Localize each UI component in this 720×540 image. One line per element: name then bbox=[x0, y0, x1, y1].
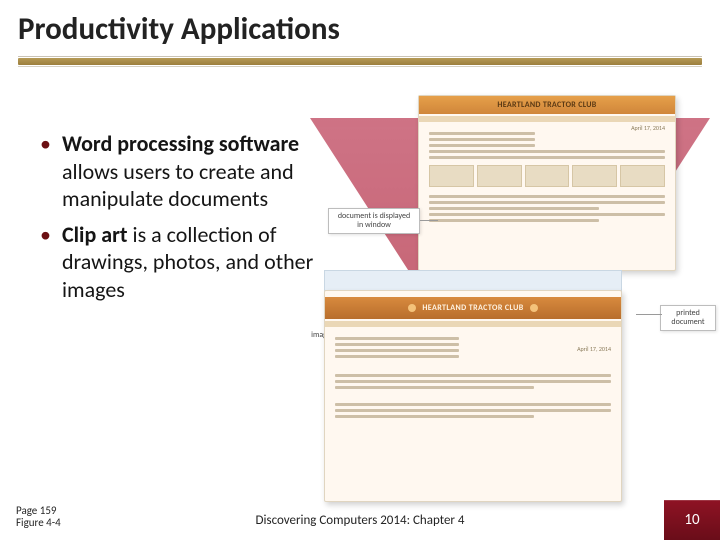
callout-leader bbox=[636, 314, 662, 315]
doc-header-band: HEARTLAND TRACTOR CLUB bbox=[419, 96, 675, 114]
tractor-icon bbox=[530, 304, 538, 312]
callout-printed: printed document bbox=[660, 305, 716, 331]
title-area: Productivity Applications bbox=[0, 0, 720, 67]
doc-banner-text: HEARTLAND TRACTOR CLUB bbox=[422, 303, 523, 313]
callout-leader bbox=[420, 220, 438, 221]
bullet-list: Word processing software allows users to… bbox=[0, 100, 330, 494]
onscreen-document-card: HEARTLAND TRACTOR CLUB April 17, 2014 bbox=[324, 290, 622, 502]
bullet-rest: allows users to create and manipulate do… bbox=[62, 158, 294, 213]
slide-number-badge: 10 bbox=[664, 500, 720, 540]
doc-banner: HEARTLAND TRACTOR CLUB bbox=[325, 297, 621, 319]
footer-center-text: Discovering Computers 2014: Chapter 4 bbox=[0, 513, 720, 528]
slide-title: Productivity Applications bbox=[18, 10, 702, 48]
figure-area: HEARTLAND TRACTOR CLUB April 17, 2014 bbox=[330, 100, 720, 494]
doc-date: April 17, 2014 bbox=[631, 124, 665, 132]
bullet-item: Clip art is a collection of drawings, ph… bbox=[40, 221, 324, 304]
title-divider bbox=[18, 56, 702, 67]
app-titlebar bbox=[324, 270, 622, 292]
doc-date: April 17, 2014 bbox=[577, 345, 611, 353]
bullet-bold: Clip art bbox=[62, 221, 128, 248]
bullet-item: Word processing software allows users to… bbox=[40, 130, 324, 213]
tractor-icon bbox=[408, 304, 416, 312]
slide-body: Word processing software allows users to… bbox=[0, 100, 720, 494]
slide: Productivity Applications Word processin… bbox=[0, 0, 720, 540]
printed-document-card: HEARTLAND TRACTOR CLUB April 17, 2014 bbox=[418, 95, 676, 271]
callout-window: document is displayed in window bbox=[328, 208, 420, 234]
bullet-bold: Word processing software bbox=[62, 130, 299, 157]
slide-footer: Page 159 Figure 4-4 Discovering Computer… bbox=[0, 494, 720, 540]
slide-number: 10 bbox=[684, 511, 699, 529]
